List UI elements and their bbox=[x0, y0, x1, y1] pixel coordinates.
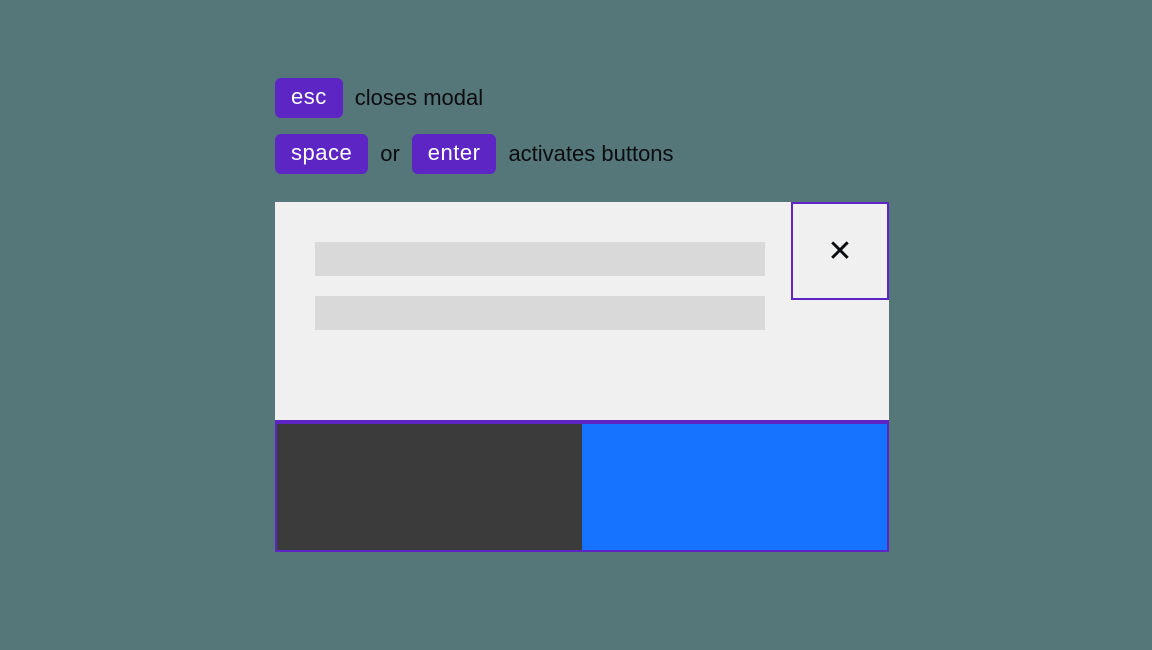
primary-button[interactable] bbox=[582, 424, 887, 550]
hint-separator-or: or bbox=[380, 141, 400, 167]
key-space: space bbox=[275, 134, 368, 174]
close-button[interactable]: ✕ bbox=[791, 202, 889, 300]
key-esc: esc bbox=[275, 78, 343, 118]
close-icon: ✕ bbox=[827, 234, 852, 269]
placeholder-line bbox=[315, 242, 765, 276]
diagram-stage: esc closes modal space or enter activate… bbox=[275, 78, 889, 552]
hint-text-activate: activates buttons bbox=[508, 141, 673, 167]
modal-footer bbox=[275, 420, 889, 552]
hint-text-esc: closes modal bbox=[355, 85, 483, 111]
placeholder-line bbox=[315, 296, 765, 330]
key-enter: enter bbox=[412, 134, 497, 174]
modal-dialog: ✕ bbox=[275, 202, 889, 552]
hint-row-activate: space or enter activates buttons bbox=[275, 134, 889, 174]
secondary-button[interactable] bbox=[277, 424, 582, 550]
hint-row-esc: esc closes modal bbox=[275, 78, 889, 118]
